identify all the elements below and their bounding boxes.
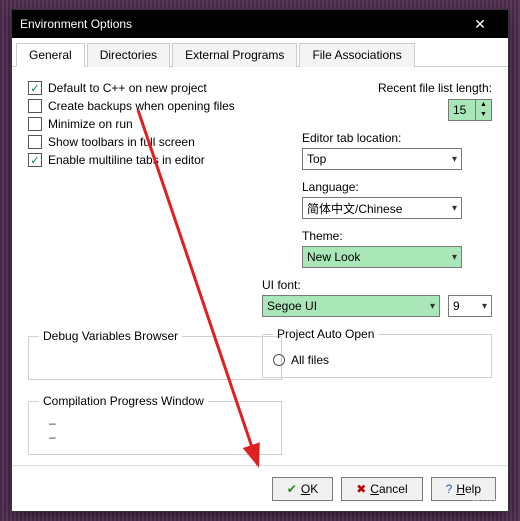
ui-font-select[interactable]: Segoe UI ▾ <box>262 295 440 317</box>
select-value: 简体中文/Chinese <box>307 200 402 217</box>
select-value: 9 <box>453 299 460 313</box>
cross-icon: ✖ <box>356 482 366 496</box>
checkbox-minimize-on-run[interactable]: Minimize on run <box>28 117 282 131</box>
check-icon <box>28 117 42 131</box>
label-recent-length: Recent file list length: <box>378 81 492 95</box>
checkbox-multiline-tabs[interactable]: ✓ Enable multiline tabs in editor <box>28 153 282 167</box>
checkbox-label: Create backups when opening files <box>48 99 235 113</box>
checkbox-label: Default to C++ on new project <box>48 81 207 95</box>
tabstrip: General Directories External Programs Fi… <box>12 38 508 67</box>
check-icon: ✔ <box>287 482 297 496</box>
tab-external-programs[interactable]: External Programs <box>172 43 297 67</box>
cancel-button[interactable]: ✖ Cancel <box>341 477 422 501</box>
button-label: OK <box>301 482 318 496</box>
label-theme: Theme: <box>302 229 492 243</box>
group-debug-variables: Debug Variables Browser <box>28 329 282 380</box>
checkbox-label: Show toolbars in full screen <box>48 135 195 149</box>
font-size-select[interactable]: 9 ▾ <box>448 295 492 317</box>
language-select[interactable]: 简体中文/Chinese ▾ <box>302 197 462 219</box>
list-item: – <box>49 416 271 430</box>
label-editor-tab-location: Editor tab location: <box>302 131 492 145</box>
check-icon: ✓ <box>28 153 42 167</box>
group-project-auto-open: Project Auto Open All files <box>262 327 492 378</box>
checkbox-default-cpp[interactable]: ✓ Default to C++ on new project <box>28 81 282 95</box>
environment-options-dialog: Environment Options ✕ General Directorie… <box>11 9 509 512</box>
close-icon[interactable]: ✕ <box>460 16 500 33</box>
tab-body: ✓ Default to C++ on new project Create b… <box>12 67 508 465</box>
label-language: Language: <box>302 180 492 194</box>
editor-tab-location-select[interactable]: Top ▾ <box>302 148 462 170</box>
help-button[interactable]: ? Help <box>431 477 496 501</box>
tab-general[interactable]: General <box>16 43 85 67</box>
checkbox-show-toolbars[interactable]: Show toolbars in full screen <box>28 135 282 149</box>
button-label: Help <box>456 482 481 496</box>
radio-icon <box>273 354 285 366</box>
list-item: – <box>49 430 271 444</box>
chevron-down-icon: ▾ <box>452 154 457 165</box>
select-value: New Look <box>307 250 360 264</box>
group-label: Debug Variables Browser <box>39 329 182 343</box>
chevron-down-icon: ▾ <box>452 203 457 214</box>
chevron-down-icon: ▾ <box>452 252 457 263</box>
group-compilation-progress: Compilation Progress Window – – <box>28 394 282 455</box>
help-icon: ? <box>446 482 453 496</box>
select-value: Top <box>307 152 326 166</box>
chevron-down-icon: ▾ <box>482 301 487 312</box>
group-label: Project Auto Open <box>273 327 378 341</box>
radio-all-files[interactable]: All files <box>273 353 481 367</box>
theme-select[interactable]: New Look ▾ <box>302 246 462 268</box>
ok-button[interactable]: ✔ OK <box>272 477 333 501</box>
spinner-value: 15 <box>453 103 466 117</box>
spinner-arrows-icon[interactable]: ▲▼ <box>475 100 491 120</box>
chevron-down-icon: ▾ <box>430 301 435 312</box>
check-icon: ✓ <box>28 81 42 95</box>
tab-directories[interactable]: Directories <box>87 43 170 67</box>
window-title: Environment Options <box>20 17 460 31</box>
check-icon <box>28 135 42 149</box>
checkbox-label: Enable multiline tabs in editor <box>48 153 205 167</box>
radio-label: All files <box>291 353 329 367</box>
titlebar: Environment Options ✕ <box>12 10 508 38</box>
checkbox-label: Minimize on run <box>48 117 133 131</box>
checkbox-create-backups[interactable]: Create backups when opening files <box>28 99 282 113</box>
button-label: Cancel <box>370 482 407 496</box>
recent-length-spinner[interactable]: 15 ▲▼ <box>448 99 492 121</box>
select-value: Segoe UI <box>267 299 317 313</box>
group-label: Compilation Progress Window <box>39 394 208 408</box>
check-icon <box>28 99 42 113</box>
label-ui-font: UI font: <box>262 278 492 292</box>
tab-file-associations[interactable]: File Associations <box>299 43 414 67</box>
dialog-footer: ✔ OK ✖ Cancel ? Help <box>12 465 508 511</box>
